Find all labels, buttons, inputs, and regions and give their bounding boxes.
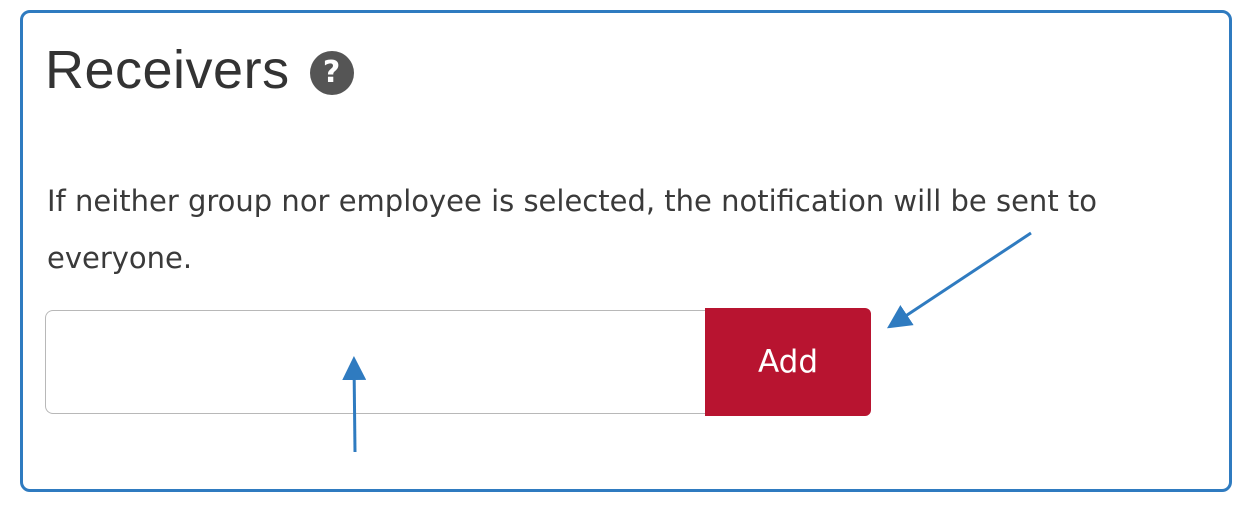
section-header: Receivers ? xyxy=(45,43,354,97)
receiver-input[interactable] xyxy=(45,310,705,414)
section-description: If neither group nor employee is selecte… xyxy=(47,184,1098,275)
annotation-frame: Receivers ? If neither group nor employe… xyxy=(20,10,1232,492)
receiver-input-group: Add xyxy=(45,308,871,416)
help-icon[interactable]: ? xyxy=(309,51,354,95)
section-title: Receivers xyxy=(45,40,290,100)
add-button[interactable]: Add xyxy=(705,308,871,416)
